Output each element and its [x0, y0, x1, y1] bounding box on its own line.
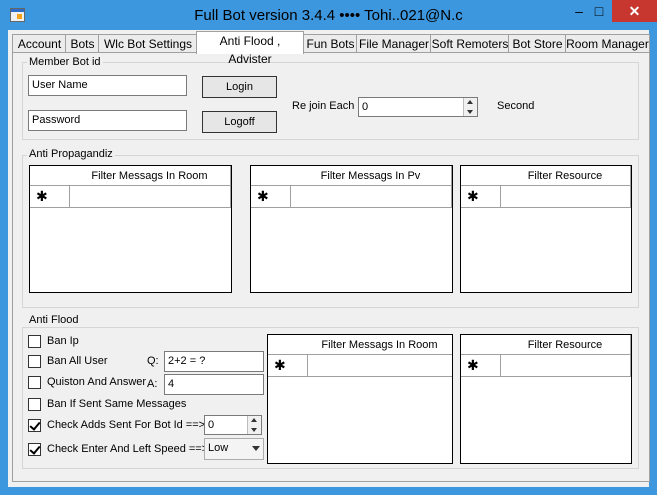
- grid-cell[interactable]: [290, 185, 452, 208]
- close-button[interactable]: ✕: [612, 0, 657, 22]
- grid-header[interactable]: Filter Messags In Pv: [290, 166, 452, 186]
- ban-same-messages-checkbox[interactable]: [28, 398, 41, 411]
- question-answer-label[interactable]: Quiston And Answer: [47, 376, 146, 388]
- title-bar[interactable]: Full Bot version 3.4.4 •••• Tohi..021@N.…: [0, 0, 657, 30]
- tab-soft-remoters[interactable]: Soft Remoters: [430, 34, 510, 53]
- grid-cell[interactable]: [500, 185, 631, 208]
- ban-ip-checkbox[interactable]: [28, 335, 41, 348]
- ban-same-messages-label[interactable]: Ban If Sent Same Messages: [47, 398, 186, 410]
- grid-corner: [30, 166, 70, 186]
- grid-header[interactable]: Filter Resource: [500, 335, 631, 355]
- grid-cell[interactable]: [307, 354, 452, 377]
- application-window: Full Bot version 3.4.4 •••• Tohi..021@N.…: [0, 0, 657, 495]
- rejoin-spinner[interactable]: 0: [358, 97, 478, 117]
- tab-bot-store[interactable]: Bot Store: [508, 34, 567, 53]
- ban-ip-label[interactable]: Ban Ip: [47, 335, 79, 347]
- window-title: Full Bot version 3.4.4 •••• Tohi..021@N.…: [194, 7, 463, 24]
- filter-resource-grid[interactable]: Filter Resource ✱: [460, 165, 632, 293]
- question-field[interactable]: 2+2 = ?: [164, 351, 264, 372]
- tab-anti-flood-advister[interactable]: Anti Flood , Advister: [196, 31, 304, 66]
- check-enter-speed-checkbox[interactable]: [28, 443, 41, 456]
- grid-header[interactable]: Filter Resource: [500, 166, 631, 186]
- grid-corner: [461, 166, 501, 186]
- question-label: Q:: [147, 355, 159, 367]
- grid-corner: [461, 335, 501, 355]
- second-label: Second: [497, 100, 535, 112]
- new-row-icon: ✱: [461, 354, 501, 377]
- tab-wlc-bot-settings[interactable]: Wlc Bot Settings: [98, 34, 198, 53]
- logoff-button[interactable]: Logoff: [202, 111, 277, 133]
- anti-flood-label: Anti Flood: [27, 314, 81, 326]
- grid-cell[interactable]: [69, 185, 231, 208]
- speed-value: Low: [208, 442, 229, 454]
- adds-spinner[interactable]: 0: [204, 415, 262, 435]
- grid-header[interactable]: Filter Messags In Room: [307, 335, 452, 355]
- new-row-icon: ✱: [268, 354, 308, 377]
- grid-corner: [251, 166, 291, 186]
- member-bot-id-label: Member Bot id: [27, 56, 103, 68]
- ban-all-user-label[interactable]: Ban All User: [47, 355, 108, 367]
- filter-room-grid[interactable]: Filter Messags In Room ✱: [29, 165, 232, 293]
- grid-corner: [268, 335, 308, 355]
- new-row-icon: ✱: [30, 185, 70, 208]
- login-button[interactable]: Login: [202, 76, 277, 98]
- chevron-down-icon[interactable]: [252, 446, 260, 451]
- spinner-arrows-icon[interactable]: [463, 98, 477, 116]
- tab-bots[interactable]: Bots: [65, 34, 100, 53]
- anti-propagandiz-label: Anti Propagandiz: [27, 148, 115, 160]
- answer-label: A:: [147, 378, 158, 390]
- tab-file-manager[interactable]: File Manager: [356, 34, 432, 53]
- answer-field[interactable]: 4: [164, 374, 264, 395]
- check-adds-checkbox[interactable]: [28, 419, 41, 432]
- speed-dropdown[interactable]: Low: [204, 438, 264, 460]
- password-field[interactable]: Password: [28, 110, 187, 131]
- new-row-icon: ✱: [461, 185, 501, 208]
- rejoin-value: 0: [362, 101, 369, 113]
- grid-cell[interactable]: [500, 354, 631, 377]
- rejoin-label: Re join Each: [292, 100, 355, 112]
- flood-filter-room-grid[interactable]: Filter Messags In Room ✱: [267, 334, 453, 464]
- ban-all-user-checkbox[interactable]: [28, 355, 41, 368]
- filter-pv-grid[interactable]: Filter Messags In Pv ✱: [250, 165, 453, 293]
- check-adds-label[interactable]: Check Adds Sent For Bot Id ==>: [47, 419, 205, 431]
- tab-account[interactable]: Account: [12, 34, 67, 53]
- flood-filter-resource-grid[interactable]: Filter Resource ✱: [460, 334, 632, 464]
- new-row-icon: ✱: [251, 185, 291, 208]
- username-field[interactable]: User Name: [28, 75, 187, 96]
- question-answer-checkbox[interactable]: [28, 376, 41, 389]
- tab-fun-bots[interactable]: Fun Bots: [303, 34, 358, 53]
- grid-header[interactable]: Filter Messags In Room: [69, 166, 231, 186]
- tab-room-manager[interactable]: Room Manager: [565, 34, 650, 53]
- check-enter-speed-label[interactable]: Check Enter And Left Speed ==>: [47, 443, 208, 455]
- adds-value: 0: [208, 419, 215, 431]
- maximize-button[interactable]: □: [586, 0, 612, 22]
- spinner-arrows-icon[interactable]: [247, 416, 261, 434]
